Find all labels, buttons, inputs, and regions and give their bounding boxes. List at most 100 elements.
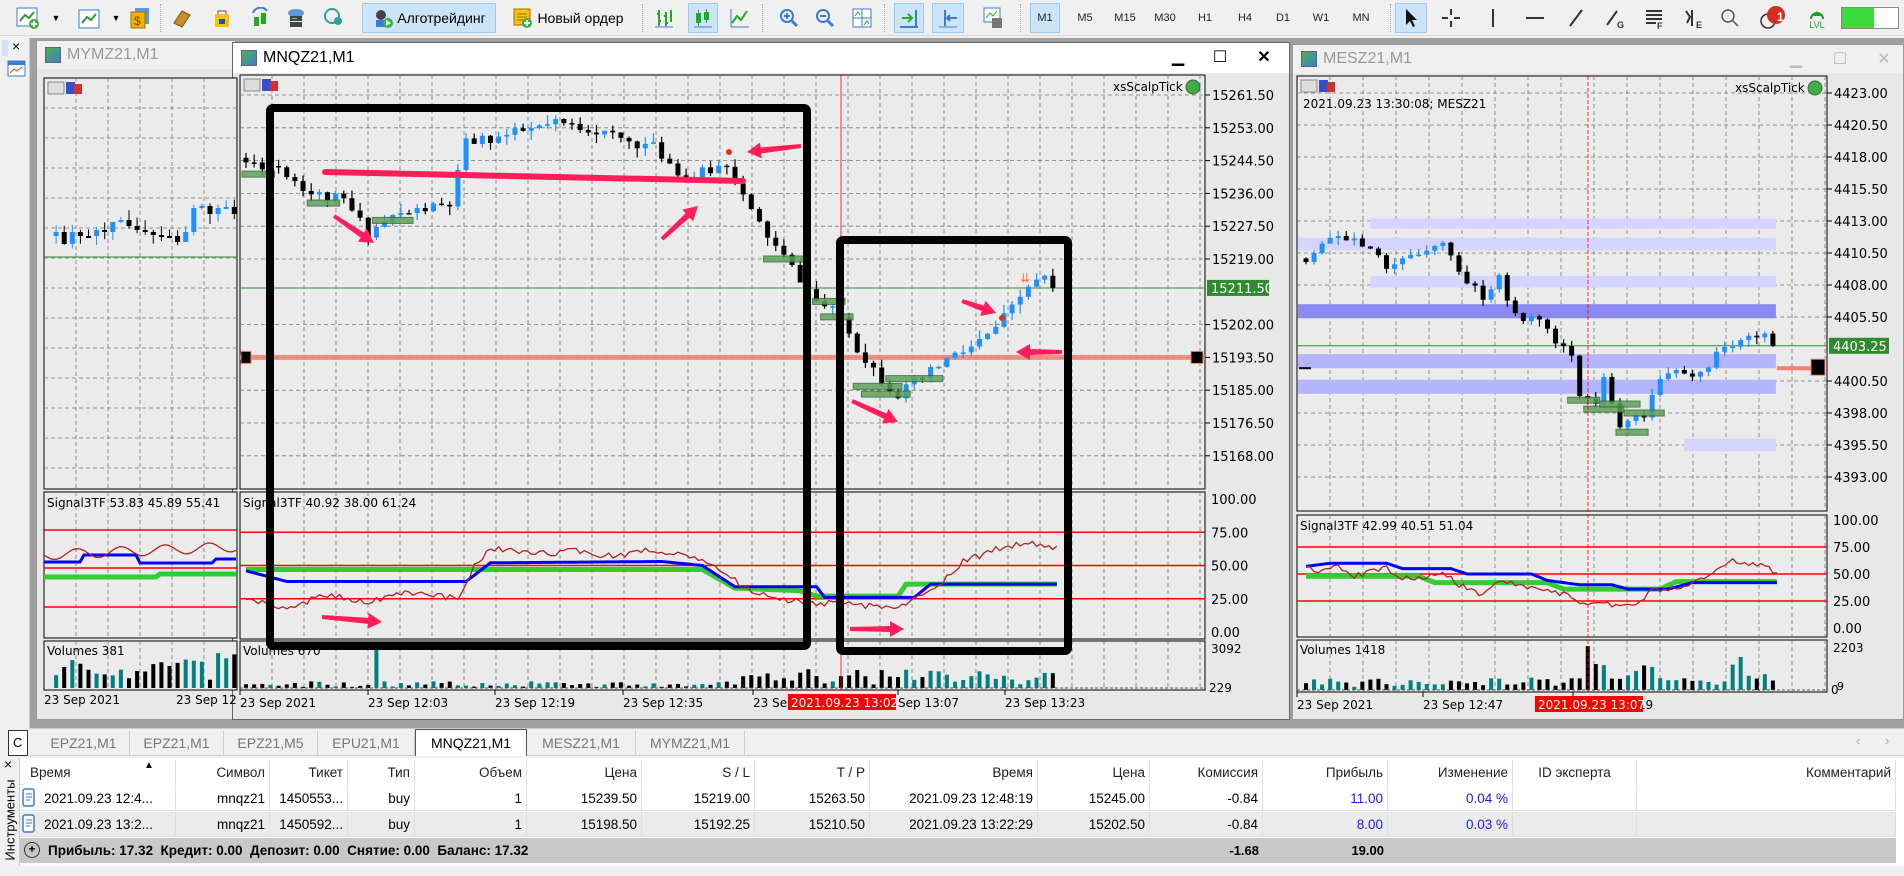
search-button[interactable]: [1716, 3, 1744, 33]
community-button[interactable]: [320, 3, 348, 33]
chart-tabs: EPZ21,M1 EPZ21,M1 EPZ21,M5 EPU21,M1 MNQZ21,M…: [30, 728, 1904, 756]
timeframe-m30[interactable]: M30: [1150, 3, 1180, 33]
tab-epz21-m1[interactable]: EPZ21,M1: [130, 731, 224, 755]
chart-shift-button[interactable]: [932, 3, 964, 33]
expand-icon[interactable]: +: [24, 842, 40, 858]
table-cell: 0.04 %: [1388, 786, 1513, 811]
column-header[interactable]: Тикет: [270, 760, 348, 785]
minimize-button[interactable]: ▁: [1785, 49, 1807, 69]
column-header[interactable]: T / P: [755, 760, 870, 785]
market-button[interactable]: [208, 3, 236, 33]
lvl-button[interactable]: LVL: [1802, 3, 1832, 33]
table-row[interactable]: 2021.09.23 12:4... mnqz21 1450553... buy 1 15…: [20, 786, 1896, 811]
toolbar-separator: [1390, 4, 1391, 32]
close-button[interactable]: ✕: [1873, 49, 1895, 69]
column-header[interactable]: Цена: [527, 760, 642, 785]
chart-window-mesz[interactable]: MESZ21,M1 ▁ ☐ ✕: [1292, 44, 1904, 720]
crosshair-button[interactable]: [1436, 3, 1466, 33]
timeframe-w1[interactable]: W1: [1306, 3, 1336, 33]
panel-tab-c[interactable]: С: [8, 730, 28, 756]
connection-toggle[interactable]: [1841, 7, 1899, 29]
vertical-line-button[interactable]: [1478, 3, 1508, 33]
timeframe-m15[interactable]: M15: [1110, 3, 1140, 33]
templates-button[interactable]: [70, 3, 110, 33]
signals-button[interactable]: [246, 3, 274, 33]
timeframe-m5[interactable]: M5: [1070, 3, 1100, 33]
timeframe-h4[interactable]: H4: [1230, 3, 1260, 33]
column-header[interactable]: Комментарий: [1637, 760, 1896, 785]
chart-window-icon[interactable]: [7, 60, 27, 78]
close-icon[interactable]: ×: [12, 38, 20, 54]
tile-windows-button[interactable]: [848, 3, 876, 33]
new-order-icon: [513, 8, 533, 28]
maximize-button[interactable]: ☐: [1209, 47, 1231, 67]
close-button[interactable]: ✕: [1253, 47, 1275, 67]
fibonacci-button[interactable]: F: [1640, 3, 1670, 33]
tab-mymz21-m1[interactable]: MYMZ21,M1: [636, 731, 745, 755]
table-row[interactable]: 2021.09.23 13:2... mnqz21 1450592... buy 1 15…: [20, 812, 1896, 837]
column-header[interactable]: Символ: [176, 760, 270, 785]
table-cell: 11.00: [1263, 786, 1388, 811]
market-watch-button[interactable]: $: [126, 3, 154, 33]
horizontal-line-button[interactable]: [1520, 3, 1550, 33]
algotrading-icon: [376, 10, 394, 28]
window-title-bar[interactable]: MNQZ21,M1 ▁ ☐ ✕: [233, 43, 1289, 73]
trendline-button[interactable]: [1561, 3, 1591, 33]
column-header[interactable]: ID эксперта: [1513, 760, 1637, 785]
notifications-button[interactable]: 1: [1756, 3, 1790, 33]
timeframe-h1[interactable]: H1: [1190, 3, 1220, 33]
tabs-scroll-left[interactable]: ‹: [1856, 733, 1860, 748]
autoscroll-button[interactable]: [894, 3, 924, 33]
tab-mesz21-m1[interactable]: MESZ21,M1: [527, 731, 636, 755]
minimize-button[interactable]: ▁: [1167, 47, 1189, 67]
new-chart-button[interactable]: [8, 3, 48, 33]
toolbox-label: Инструменты: [2, 779, 18, 861]
new-order-button[interactable]: Новый ордер: [503, 3, 633, 33]
timeframe-m1[interactable]: M1: [1030, 3, 1060, 33]
column-header[interactable]: Объем: [415, 760, 527, 785]
column-header[interactable]: Цена: [1038, 760, 1150, 785]
cursor-arrow-icon: [1406, 9, 1417, 27]
svg-text:F: F: [1657, 21, 1663, 29]
maximize-button[interactable]: ☐: [1829, 49, 1851, 69]
table-cell: [1513, 786, 1637, 811]
tab-epu21-m1[interactable]: EPU21,M1: [318, 731, 415, 755]
column-header[interactable]: Тип: [348, 760, 415, 785]
window-title-bar[interactable]: MESZ21,M1 ▁ ☐ ✕: [1293, 45, 1903, 73]
zoom-in-button[interactable]: [775, 3, 803, 33]
bar-chart-button[interactable]: [650, 3, 678, 33]
vps-button[interactable]: [282, 3, 310, 33]
window-title-bar[interactable]: MYMZ21,M1: [37, 41, 235, 69]
gann-line-button[interactable]: G: [1600, 3, 1630, 33]
elliott-wave-button[interactable]: E: [1679, 3, 1709, 33]
algotrading-label: Алготрейдинг: [397, 10, 486, 26]
algotrading-button[interactable]: Алготрейдинг: [362, 3, 496, 33]
close-icon[interactable]: ×: [4, 756, 12, 772]
column-header[interactable]: Прибыль: [1263, 760, 1388, 785]
column-header[interactable]: S / L: [642, 760, 755, 785]
tab-epz21-m5[interactable]: EPZ21,M5: [224, 731, 318, 755]
templates-dropdown[interactable]: ▼: [110, 3, 122, 33]
line-chart-button[interactable]: [726, 3, 754, 33]
tab-mnqz21-m1[interactable]: MNQZ21,M1: [415, 729, 527, 756]
zoom-out-button[interactable]: [811, 3, 839, 33]
timeframe-d1[interactable]: D1: [1268, 3, 1298, 33]
column-header[interactable]: Время: [870, 760, 1038, 785]
chart-window-mymz[interactable]: MYMZ21,M1: [36, 40, 236, 720]
column-header[interactable]: Изменение: [1388, 760, 1513, 785]
cursor-button[interactable]: [1395, 3, 1427, 33]
timeframe-mn[interactable]: MN: [1346, 3, 1376, 33]
panel-handle[interactable]: [2, 40, 8, 56]
new-chart-dropdown[interactable]: ▼: [50, 3, 62, 33]
candlestick-chart-button[interactable]: [688, 3, 718, 33]
navigator-button[interactable]: [168, 3, 196, 33]
tabs-scroll-right[interactable]: ›: [1885, 733, 1889, 748]
column-header[interactable]: Комиссия: [1150, 760, 1263, 785]
table-cell: buy: [348, 812, 415, 837]
chart-window-mnqz[interactable]: MNQZ21,M1 ▁ ☐ ✕: [232, 42, 1290, 720]
account-summary: Прибыль: 17.32 Кредит: 0.00 Депозит: 0.0…: [48, 843, 529, 858]
tab-epz21-m1[interactable]: EPZ21,M1: [38, 731, 130, 755]
toolbox-side-tab[interactable]: × Инструменты: [0, 756, 20, 866]
chart-window-icon: [241, 50, 257, 66]
template-button[interactable]: [978, 3, 1008, 33]
